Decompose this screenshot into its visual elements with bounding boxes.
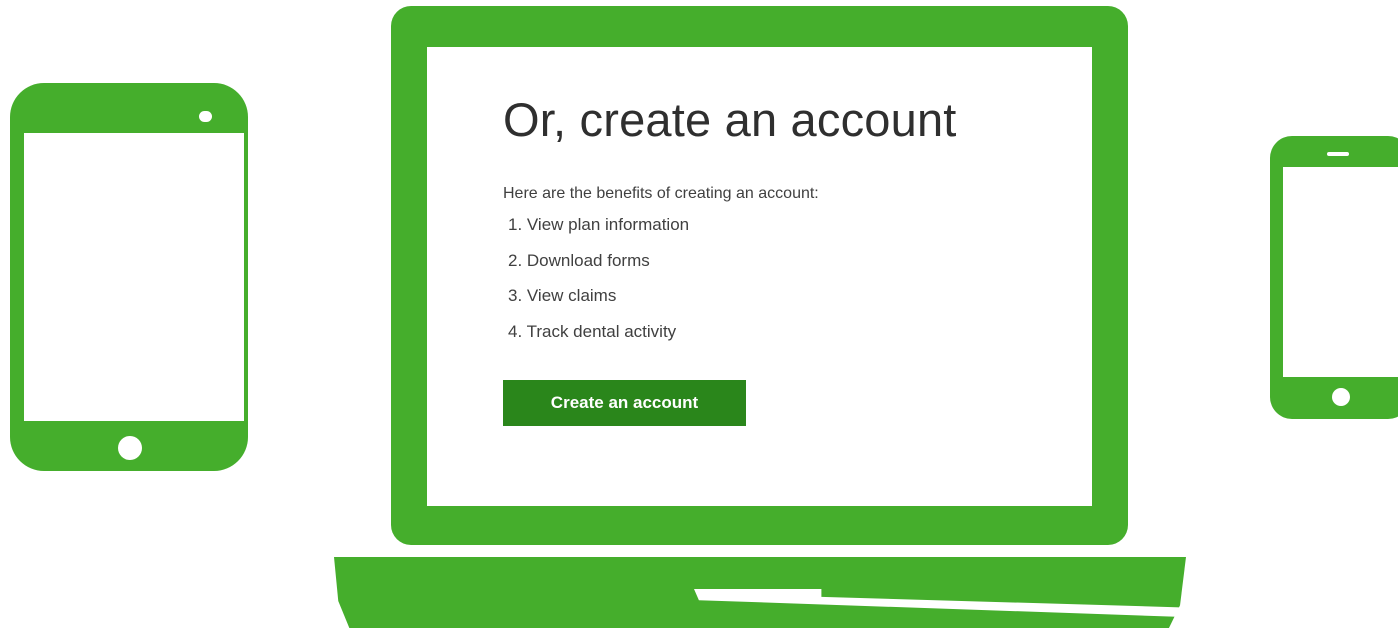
phone-screen [1283, 167, 1398, 377]
phone-icon [1270, 136, 1398, 419]
page-title: Or, create an account [503, 93, 957, 146]
benefits-intro: Here are the benefits of creating an acc… [503, 185, 819, 202]
list-item: 2. Download forms [508, 250, 650, 270]
tablet-icon [10, 83, 248, 471]
tablet-camera [199, 111, 212, 122]
phone-home-button [1332, 388, 1350, 406]
list-item: 4. Track dental activity [508, 321, 677, 341]
tablet-screen [24, 133, 244, 421]
account-benefits-panel: Or, create an account Here are the benef… [503, 92, 957, 357]
phone-speaker [1327, 152, 1349, 156]
list-item: 3. View claims [508, 286, 617, 305]
create-account-button[interactable]: Create an account [503, 380, 746, 426]
list-item: 1. View plan information [508, 215, 690, 234]
benefits-list: 1. View plan information 2. Download for… [508, 215, 957, 357]
tablet-home-button [118, 436, 142, 460]
